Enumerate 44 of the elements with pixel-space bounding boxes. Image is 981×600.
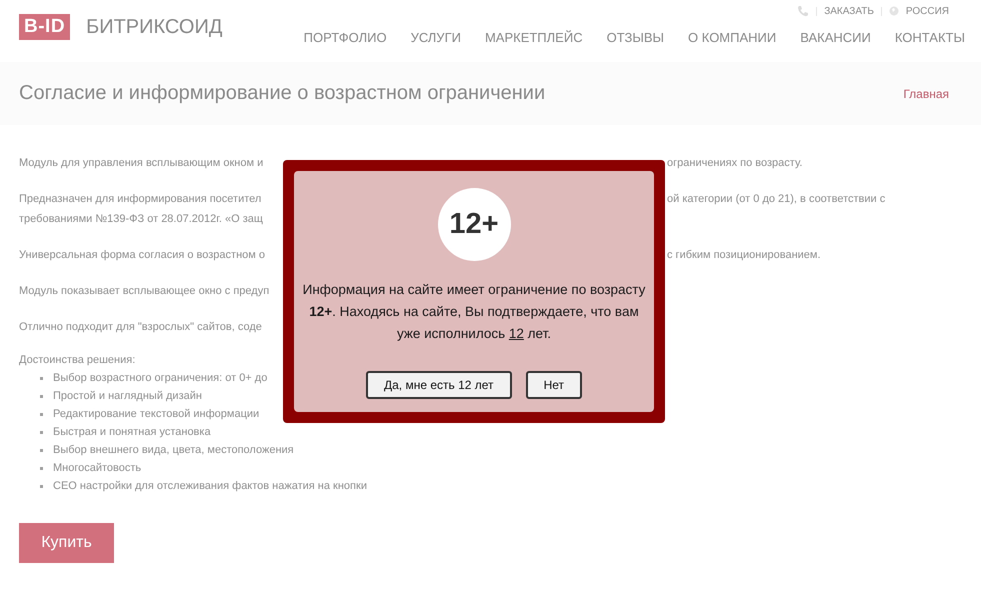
- nav-link[interactable]: О КОМПАНИИ: [688, 30, 776, 45]
- nav-link[interactable]: ПОРТФОЛИО: [304, 30, 387, 45]
- bullet-icon: [40, 484, 43, 488]
- feature-text: Быстрая и понятная установка: [53, 425, 211, 440]
- logo-badge[interactable]: B-ID: [19, 14, 70, 40]
- paragraph-text: Предназначен для информирования посетител: [19, 192, 262, 207]
- paragraph-text: ограничениях по возрасту.: [667, 156, 802, 171]
- order-link[interactable]: ЗАКАЗАТЬ: [824, 6, 874, 16]
- paragraph-text: Модуль показывает всплывающее окно с предуп: [19, 284, 270, 299]
- globe-icon[interactable]: [888, 6, 899, 16]
- paragraph-text: с гибким позиционированием.: [667, 248, 821, 263]
- age-badge: 12+: [438, 188, 510, 261]
- logo-text[interactable]: БИТРИКСОИД: [86, 14, 222, 39]
- paragraph-text: Модуль для управления всплывающим окном и: [19, 156, 264, 171]
- paragraph-text: ой категории (от 0 до 21), в соответствии с: [667, 192, 886, 207]
- bullet-icon: [40, 448, 43, 452]
- age-warning-message: Информация на сайте имеет ограничение по возрасту 12+. Находясь на сайте, Вы подтверждаете, что вам уже исполнилось 12 лет.: [302, 281, 646, 343]
- feature-text: Редактирование текстовой информации: [53, 407, 260, 422]
- dialog-button[interactable]: Да, мне есть 12 лет: [366, 371, 512, 399]
- dialog-button[interactable]: Нет: [526, 371, 582, 399]
- feature-text: Простой и наглядный дизайн: [53, 389, 202, 404]
- bullet-icon: [40, 394, 43, 398]
- bullet-icon: [40, 376, 43, 380]
- bullet-icon: [40, 466, 43, 470]
- bullet-icon: [40, 412, 43, 416]
- feature-text: Многосайтовость: [53, 461, 142, 476]
- phone-icon[interactable]: [797, 5, 810, 17]
- feature-text: СЕО настройки для отслеживания фактов нажатия на кнопки: [53, 479, 367, 494]
- paragraph-text: Универсальная форма согласия о возрастном о: [19, 248, 266, 263]
- nav-link[interactable]: МАРКЕТПЛЕЙС: [484, 30, 583, 45]
- nav-link[interactable]: УСЛУГИ: [410, 30, 461, 45]
- nav-link[interactable]: ВАКАНСИИ: [800, 30, 871, 45]
- paragraph-text: Отлично подходит для "взрослых" сайтов, соде: [19, 320, 262, 335]
- nav-link[interactable]: КОНТАКТЫ: [894, 30, 965, 45]
- breadcrumb-link[interactable]: Главная: [903, 86, 949, 100]
- paragraph-text: требованиями №139-ФЗ от 28.07.2012г. «О защ: [19, 212, 263, 227]
- page-title: Согласие и информирование о возрастном ограничении: [19, 82, 546, 105]
- features-heading: Достоинства решения:: [19, 353, 136, 368]
- region-link[interactable]: РОССИЯ: [906, 6, 949, 16]
- buy-button[interactable]: Купить: [19, 523, 114, 563]
- bullet-icon: [40, 430, 43, 434]
- nav-link[interactable]: ОТЗЫВЫ: [606, 30, 664, 45]
- feature-text: Выбор внешнего вида, цвета, местоположения: [53, 443, 294, 458]
- feature-text: Выбор возрастного ограничения: от 0+ до: [53, 371, 268, 386]
